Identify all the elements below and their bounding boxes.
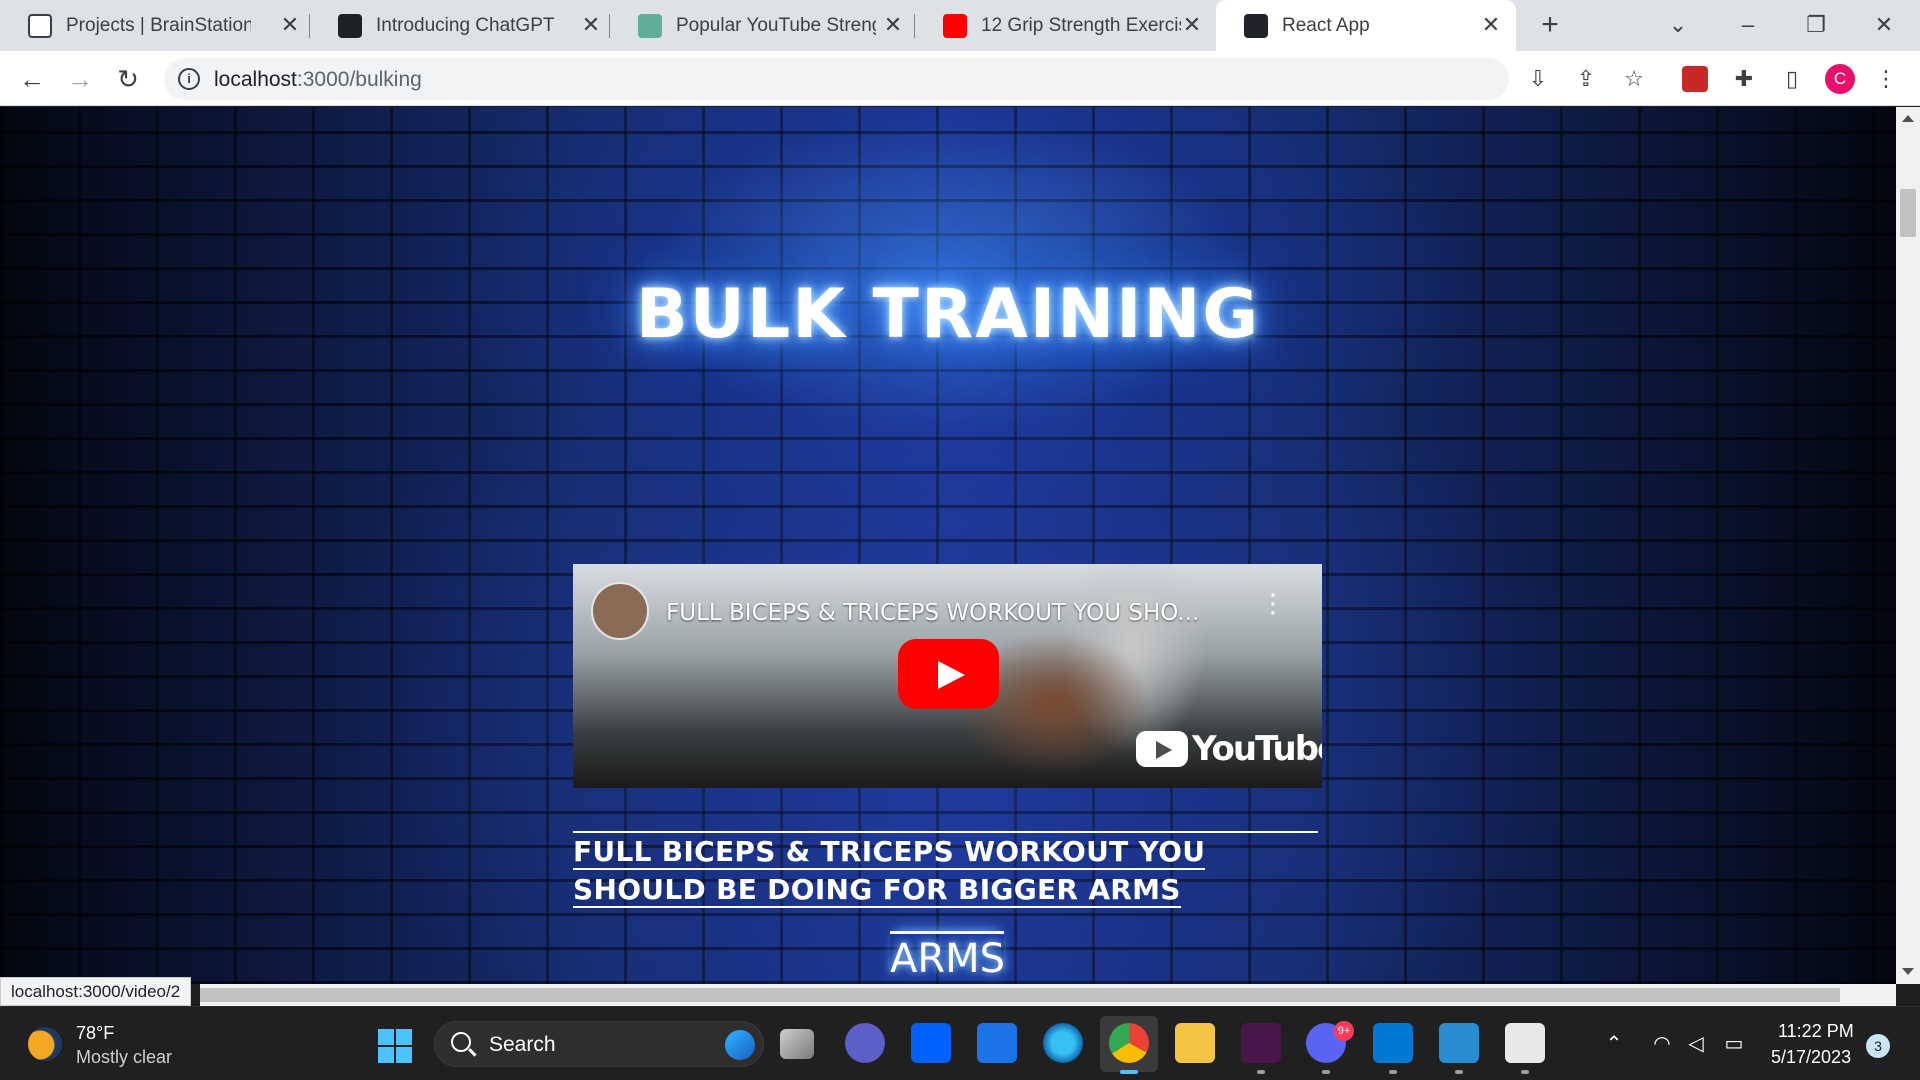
url-text[interactable]: localhost:3000/bulking <box>214 68 422 92</box>
video-title[interactable]: FULL BICEPS & TRICEPS WORKOUT YOU SHO... <box>666 600 1199 626</box>
video-caption-text: FULL BICEPS & TRICEPS WORKOUT YOU SHOULD… <box>573 835 1206 908</box>
teams-chat-icon[interactable] <box>845 1023 885 1063</box>
scroll-down-arrow[interactable] <box>1902 968 1914 975</box>
mail-icon[interactable] <box>977 1023 1017 1063</box>
tab-title: 12 Grip Strength Exercises <box>981 15 1181 36</box>
video-more-icon[interactable]: ⋮ <box>1260 590 1286 628</box>
openai-icon <box>338 14 362 38</box>
site-info-icon[interactable]: i <box>178 68 200 90</box>
wifi-icon[interactable]: ◠ <box>1649 1033 1675 1055</box>
youtube-video-embed[interactable]: FULL BICEPS & TRICEPS WORKOUT YOU SHO...… <box>573 564 1322 788</box>
new-tab-button[interactable]: + <box>1533 8 1567 42</box>
chrome-icon[interactable] <box>1109 1023 1149 1063</box>
close-tab-icon[interactable]: ✕ <box>880 12 906 38</box>
taskbar-search[interactable]: Search <box>434 1021 764 1067</box>
horizontal-scrollbar[interactable] <box>200 984 1896 1006</box>
windows-taskbar: 78°F Mostly clear Search 9+ ⌃ ◠ ◁ ▭ 11:2… <box>0 1006 1920 1080</box>
video-caption-link[interactable]: FULL BICEPS & TRICEPS WORKOUT YOU SHOULD… <box>573 833 1323 909</box>
slack-icon[interactable] <box>1241 1023 1281 1063</box>
close-tab-icon[interactable]: ✕ <box>1179 12 1205 38</box>
search-label: Search <box>489 1033 556 1056</box>
play-button[interactable] <box>898 639 999 709</box>
bookmark-star-icon[interactable]: ☆ <box>1619 64 1649 94</box>
profile-avatar[interactable]: C <box>1825 64 1855 94</box>
notepad-icon[interactable] <box>1439 1023 1479 1063</box>
vertical-scrollbar[interactable] <box>1896 107 1920 984</box>
discord-running-indicator <box>1322 1070 1330 1074</box>
tab-brainstation[interactable]: Projects | BrainStation ✕ <box>0 0 310 51</box>
snipping-tool-icon[interactable] <box>1505 1023 1545 1063</box>
horizontal-scrollbar-thumb[interactable] <box>200 988 1840 1002</box>
youtube-logo[interactable]: YouTube <box>1136 729 1322 769</box>
tab-title: Popular YouTube Strength <box>676 15 876 36</box>
close-tab-icon[interactable]: ✕ <box>578 12 604 38</box>
page-title: BULK TRAINING <box>635 275 1261 354</box>
scroll-up-arrow[interactable] <box>1902 115 1914 122</box>
vscode-running-indicator <box>1389 1070 1397 1074</box>
dropbox-icon[interactable] <box>911 1023 951 1063</box>
notification-count-badge[interactable]: 3 <box>1866 1034 1890 1058</box>
bing-icon[interactable] <box>725 1030 755 1060</box>
weather-moon-icon[interactable] <box>28 1027 62 1061</box>
address-bar[interactable]: i localhost:3000/bulking <box>164 58 1509 100</box>
scrollbar-thumb[interactable] <box>1900 189 1916 237</box>
tab-grip-strength[interactable]: 12 Grip Strength Exercises ✕ <box>915 0 1215 51</box>
chrome-running-indicator <box>1120 1070 1138 1074</box>
react-icon <box>1244 14 1268 38</box>
restore-icon[interactable]: ❐ <box>1796 8 1836 42</box>
notepad-running-indicator <box>1455 1070 1463 1074</box>
snipping-running-indicator <box>1521 1070 1529 1074</box>
edge-icon[interactable] <box>1043 1023 1083 1063</box>
channel-avatar[interactable] <box>591 582 649 640</box>
tray-chevron-up-icon[interactable]: ⌃ <box>1601 1033 1627 1055</box>
clock-date[interactable]: 5/17/2023 <box>1771 1047 1851 1068</box>
weather-temperature[interactable]: 78°F <box>76 1023 114 1044</box>
minimize-icon[interactable]: – <box>1728 8 1768 42</box>
brainstation-icon <box>28 14 52 38</box>
start-button[interactable] <box>378 1029 412 1063</box>
search-icon <box>451 1032 471 1052</box>
page-viewport: BULK TRAINING FULL BICEPS & TRICEPS WORK… <box>0 107 1896 984</box>
tab-youtube-strength[interactable]: Popular YouTube Strength ✕ <box>610 0 915 51</box>
vscode-icon[interactable] <box>1373 1023 1413 1063</box>
youtube-play-icon <box>1136 731 1188 767</box>
extensions-puzzle-icon[interactable]: ✚ <box>1729 64 1759 94</box>
close-tab-icon[interactable]: ✕ <box>1478 12 1504 38</box>
volume-icon[interactable]: ◁ <box>1683 1033 1709 1055</box>
install-app-icon[interactable]: ⇩ <box>1523 64 1553 94</box>
tab-react-app[interactable]: React App ✕ <box>1216 0 1516 51</box>
battery-icon[interactable]: ▭ <box>1721 1033 1747 1055</box>
youtube-icon <box>943 14 967 38</box>
reload-icon[interactable]: ↻ <box>112 63 144 95</box>
weather-description[interactable]: Mostly clear <box>76 1047 172 1068</box>
tab-chatgpt[interactable]: Introducing ChatGPT ✕ <box>310 0 610 51</box>
share-icon[interactable]: ⇪ <box>1571 64 1601 94</box>
extension-icon[interactable] <box>1682 66 1708 92</box>
window-close-icon[interactable]: ✕ <box>1864 8 1904 42</box>
menu-kebab-icon[interactable]: ⋮ <box>1871 64 1901 94</box>
tab-search-icon[interactable]: ⌄ <box>1658 8 1698 42</box>
forward-icon[interactable]: → <box>64 63 96 95</box>
close-tab-icon[interactable]: ✕ <box>277 12 303 38</box>
task-view-icon[interactable] <box>780 1029 814 1059</box>
side-panel-icon[interactable]: ▯ <box>1777 64 1807 94</box>
tab-title: Projects | BrainStation <box>66 15 251 36</box>
file-explorer-icon[interactable] <box>1175 1023 1215 1063</box>
youtube-wordmark: YouTube <box>1192 729 1322 769</box>
tab-strip: Projects | BrainStation ✕ Introducing Ch… <box>0 0 1920 51</box>
tab-title: React App <box>1282 15 1370 36</box>
section-title-arms: ARMS <box>890 931 1005 982</box>
tab-title: Introducing ChatGPT <box>376 15 555 36</box>
discord-notification-badge: 9+ <box>1334 1021 1354 1041</box>
status-bar-url: localhost:3000/video/2 <box>0 977 192 1006</box>
browser-toolbar: ← → ↻ i localhost:3000/bulking ⇩ ⇪ ☆ ✚ ▯… <box>0 51 1920 106</box>
openai-icon <box>638 14 662 38</box>
clock-time[interactable]: 11:22 PM <box>1778 1021 1854 1042</box>
back-icon[interactable]: ← <box>16 63 48 95</box>
slack-running-indicator <box>1257 1070 1265 1074</box>
